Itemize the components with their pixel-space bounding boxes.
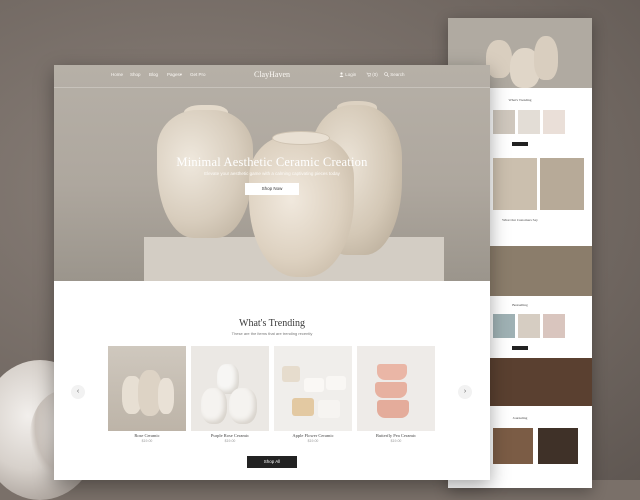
product-image [191, 346, 269, 431]
nav-blog[interactable]: Blog [149, 72, 158, 77]
cup-shape [318, 400, 340, 418]
product-name: Apple Flower Ceramic [292, 433, 334, 438]
preview-image [493, 428, 533, 464]
hero-title: Minimal Aesthetic Ceramic Creation [176, 155, 368, 169]
nav-pages[interactable]: Pages▾ [167, 72, 182, 78]
preview-banner [488, 358, 592, 406]
product-image [108, 346, 186, 431]
shop-now-button[interactable]: Shop Now [245, 183, 299, 195]
preview-product [518, 110, 540, 134]
search-icon [384, 72, 389, 77]
cup-shape [304, 378, 324, 392]
product-image [274, 346, 352, 431]
preview-image [540, 158, 584, 210]
chevron-right-icon: › [463, 388, 467, 395]
trending-title: What's Trending [239, 318, 305, 329]
product-price: $19.00 [141, 439, 153, 443]
preview-product [518, 314, 540, 338]
product-price: $19.00 [224, 439, 236, 443]
trending-subtitle: These are the items that are trending re… [231, 331, 313, 336]
preview-button [512, 142, 528, 146]
vase-mouth [272, 131, 330, 145]
preview-button [512, 346, 528, 350]
cart-link[interactable]: (0) [366, 72, 378, 77]
product-price: $19.00 [390, 439, 402, 443]
search-label: Search [390, 72, 405, 77]
chevron-down-icon: ▾ [179, 72, 183, 77]
preview-product [543, 314, 565, 338]
preview-image [493, 158, 537, 210]
search-link[interactable]: Search [384, 72, 405, 77]
product-name: Purple Rose Ceramic [210, 433, 250, 438]
nav-home[interactable]: Home [111, 72, 123, 77]
cup-shape [375, 382, 407, 398]
carousel-next-button[interactable]: › [458, 385, 472, 399]
preview-product [543, 110, 565, 134]
login-link[interactable]: Login [339, 72, 356, 77]
hero-section: Home Shop Blog Pages▾ Get Pro ClayHaven … [54, 65, 490, 281]
cup-shape [377, 364, 407, 380]
product-image [357, 346, 435, 431]
vase-shape [229, 388, 257, 424]
hero-subtitle: Elevate your aesthetic game with a calmi… [204, 171, 340, 176]
product-card[interactable]: Purple Rose Ceramic $19.00 [191, 346, 269, 443]
carousel-prev-button[interactable]: ‹ [71, 385, 85, 399]
preview-vase [534, 36, 558, 80]
product-name: Rose Ceramic [134, 433, 160, 438]
product-card[interactable]: Rose Ceramic $19.00 [108, 346, 186, 443]
login-label: Login [345, 72, 357, 77]
shop-all-button[interactable]: Shop All [247, 456, 297, 468]
product-price: $19.00 [307, 439, 319, 443]
nav-get-pro[interactable]: Get Pro [190, 72, 206, 77]
cup-shape [377, 400, 409, 418]
cup-shape [292, 398, 314, 416]
preview-banner [488, 246, 592, 296]
nav-shop[interactable]: Shop [130, 72, 141, 77]
cup-shape [326, 376, 346, 390]
vase-shape [201, 388, 227, 424]
vase-shape [158, 378, 174, 414]
site-logo[interactable]: ClayHaven [254, 70, 290, 79]
preview-product [493, 314, 515, 338]
top-nav: Home Shop Blog Pages▾ Get Pro ClayHaven … [54, 65, 490, 88]
nav-pages-label: Pages [167, 72, 180, 77]
product-name: Butterfly Pea Ceramic [375, 433, 417, 438]
preview-image [538, 428, 578, 464]
cup-shape [282, 366, 300, 382]
cart-count: (0) [372, 72, 378, 77]
user-icon [339, 72, 344, 77]
preview-product [493, 110, 515, 134]
product-card[interactable]: Butterfly Pea Ceramic $19.00 [357, 346, 435, 443]
main-page-mockup: Home Shop Blog Pages▾ Get Pro ClayHaven … [54, 65, 490, 480]
cart-icon [366, 72, 372, 77]
product-card[interactable]: Apple Flower Ceramic $19.00 [274, 346, 352, 443]
chevron-left-icon: ‹ [76, 388, 80, 395]
